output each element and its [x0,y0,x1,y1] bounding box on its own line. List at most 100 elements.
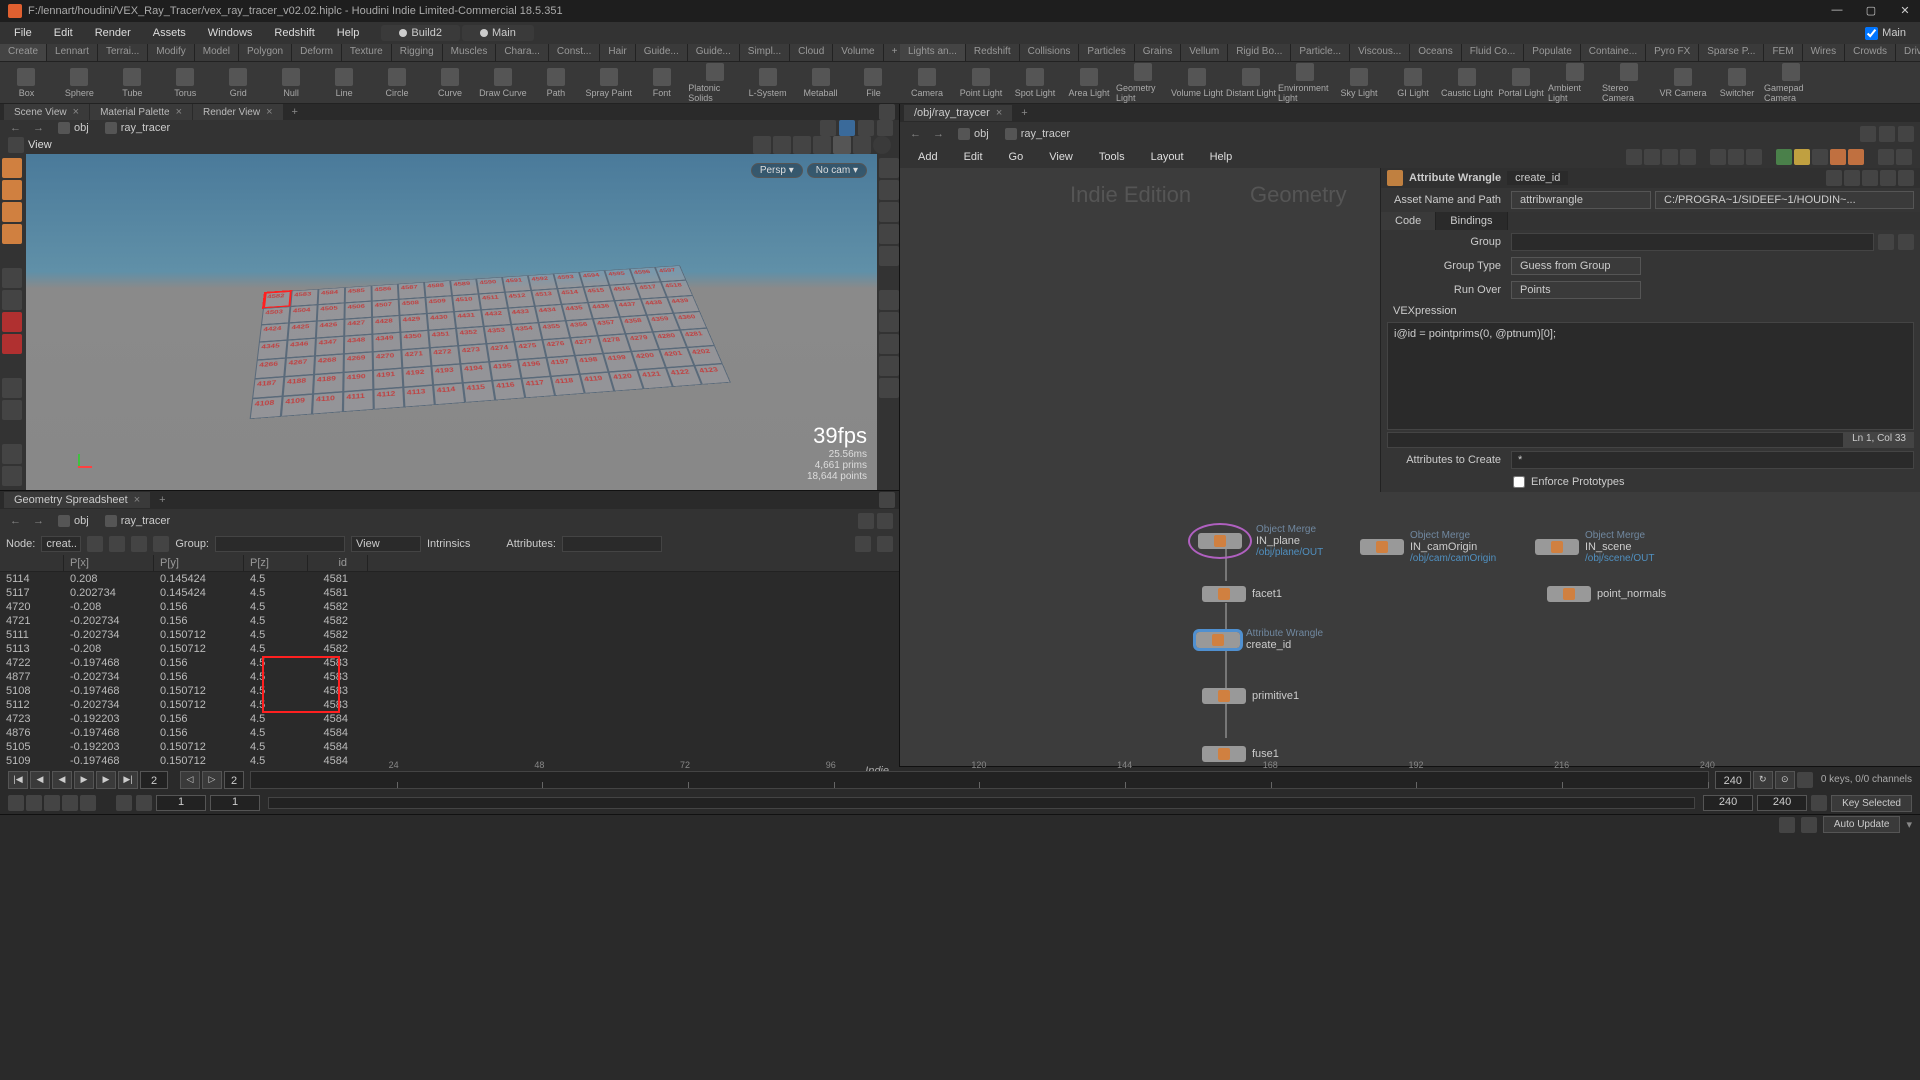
shelf-tab[interactable]: Const... [549,44,600,61]
menu-edit[interactable]: Edit [44,24,83,42]
nav-back-icon[interactable]: ← [6,515,25,527]
vp-tool-icon[interactable] [2,466,22,486]
group-menu-icon[interactable] [1898,234,1914,250]
shelf-tab[interactable]: Rigid Bo... [1228,44,1291,61]
bindings-tab[interactable]: Bindings [1436,212,1507,230]
net-menu-tools[interactable]: Tools [1089,148,1135,166]
range-end2-input[interactable]: 240 [1757,795,1807,811]
pane-opts-icon[interactable] [877,513,893,529]
shelf-tab[interactable]: Lights an... [900,44,966,61]
shelf-tab[interactable]: Sparse P... [1699,44,1764,61]
net-icon[interactable] [1680,149,1696,165]
shelf-tab[interactable]: Texture [342,44,392,61]
asset-path-field[interactable]: C:/PROGRA~1/SIDEEF~1/HOUDIN~... [1655,191,1914,209]
net-menu-view[interactable]: View [1039,148,1083,166]
menu-render[interactable]: Render [85,24,141,42]
node-facet1[interactable]: facet1 [1202,586,1282,602]
vp-disp-icon[interactable] [879,312,899,332]
shelf-tab[interactable]: Guide... [688,44,740,61]
table-row[interactable]: 5109-0.1974680.1507124.54584 [0,754,899,764]
net-icon[interactable] [1626,149,1642,165]
add-tab-button[interactable]: + [284,104,306,120]
net-search-icon[interactable] [1878,149,1894,165]
vp-disp-icon[interactable] [879,180,899,200]
shelf-tab[interactable]: Simpl... [740,44,790,61]
shelf-tool[interactable]: Caustic Light [1440,62,1494,103]
vp-disp-icon[interactable] [879,290,899,310]
pane-menu-icon[interactable] [879,104,895,120]
table-row[interactable]: 5111-0.2027340.1507124.54582 [0,628,899,642]
vp-lock-icon[interactable] [2,290,22,310]
table-row[interactable]: 51170.2027340.1454244.54581 [0,586,899,600]
shelf-tool[interactable]: Draw Curve [476,62,529,103]
shelf-tab[interactable]: Grains [1135,44,1181,61]
pane-help-icon[interactable] [1898,126,1914,142]
group-input[interactable] [215,536,345,552]
tl-icon[interactable] [8,795,24,811]
shelf-tab[interactable]: Model [195,44,239,61]
shelf-tool[interactable]: Torus [159,62,212,103]
persp-badge[interactable]: Persp ▾ [751,163,803,178]
last-frame-button[interactable]: ▶| [118,771,138,789]
shelf-tab[interactable]: Guide... [636,44,688,61]
info-icon[interactable] [1898,170,1914,186]
range-end-input[interactable]: 240 [1703,795,1753,811]
net-icon[interactable] [1812,149,1828,165]
node-in-scene[interactable]: Object MergeIN_scene/obj/scene/OUT [1535,530,1654,564]
nav-fwd-icon[interactable]: → [29,122,48,134]
main-toggle[interactable]: Main [1865,27,1906,40]
pane-tab[interactable]: Scene View× [4,104,89,120]
add-tab-button[interactable]: + [151,492,173,508]
network-editor[interactable]: Indie Edition Geometry Attribute Wrangle… [900,168,1920,766]
code-tab[interactable]: Code [1381,212,1436,230]
menu-file[interactable]: File [4,24,42,42]
close-button[interactable]: ✕ [1898,4,1912,18]
table-row[interactable]: 51140.2080.1454244.54581 [0,572,899,586]
group-select-icon[interactable] [1878,234,1894,250]
shelf-tab[interactable]: Deform [292,44,342,61]
next-frame-button[interactable]: ▶ [96,771,116,789]
shelf-tab[interactable]: Create [0,44,47,61]
shelf-tool[interactable]: Volume Light [1170,62,1224,103]
shelf-tool[interactable]: Curve [424,62,477,103]
shelf-tool[interactable]: Switcher [1710,62,1764,103]
net-icon[interactable] [1794,149,1810,165]
range-start-input[interactable]: 1 [156,795,206,811]
table-row[interactable]: 5113-0.2080.1507124.54582 [0,642,899,656]
node-primitive1[interactable]: primitive1 [1202,688,1299,704]
net-icon[interactable] [1746,149,1762,165]
shelf-tab[interactable]: Pyro FX [1646,44,1699,61]
shelf-tab[interactable]: Lennart [47,44,98,61]
table-row[interactable]: 4720-0.2080.1564.54582 [0,600,899,614]
nav-fwd-icon[interactable]: → [29,515,48,527]
auto-update-button[interactable]: Auto Update [1823,816,1901,833]
camera-badge[interactable]: No cam ▾ [807,163,867,178]
realtime-icon[interactable]: ⊙ [1775,771,1795,789]
shelf-tool[interactable]: Spot Light [1008,62,1062,103]
select-objects-icon[interactable] [753,136,771,154]
menu-help[interactable]: Help [327,24,370,42]
select-points-icon[interactable] [773,136,791,154]
range-track[interactable] [268,797,1695,809]
shelf-tool[interactable]: File [847,62,900,103]
add-tab-button[interactable]: + [1013,105,1035,121]
param-h-icon[interactable] [1844,170,1860,186]
table-row[interactable]: 4723-0.1922030.1564.54584 [0,712,899,726]
net-icon[interactable] [1644,149,1660,165]
tl-icon[interactable] [80,795,96,811]
loop-icon[interactable]: ↻ [1753,771,1773,789]
select-prims-icon[interactable] [813,136,831,154]
shelf-tab[interactable]: Cloud [790,44,833,61]
path-obj[interactable]: obj [52,120,95,136]
menu-assets[interactable]: Assets [143,24,196,42]
shelf-tool[interactable]: Environment Light [1278,62,1332,103]
shelf-tool[interactable]: GI Light [1386,62,1440,103]
key-menu-icon[interactable] [1811,795,1827,811]
vp-select-icon[interactable] [2,268,22,288]
shelf-tool[interactable]: Stereo Camera [1602,62,1656,103]
net-icon[interactable] [1848,149,1864,165]
node-in-plane[interactable]: Object MergeIN_plane/obj/plane/OUT [1190,524,1323,558]
net-menu-go[interactable]: Go [999,148,1034,166]
column-header[interactable]: id [308,555,368,571]
shelf-tab[interactable]: Crowds [1845,44,1896,61]
